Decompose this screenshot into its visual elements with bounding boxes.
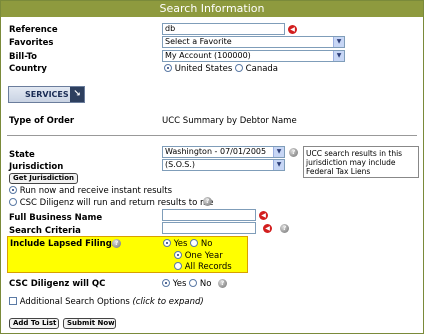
additional-search-label: Additional Search Options — [19, 297, 130, 307]
favorites-select[interactable]: Select a Favorite ▼ — [162, 36, 345, 48]
lapsed-all-records-label: All Records — [184, 262, 232, 272]
chevron-down-icon: ▼ — [273, 147, 284, 157]
diligenz-qc-yes-label: Yes — [172, 279, 187, 289]
jurisdiction-selected: (S.O.S.) — [165, 160, 195, 169]
diligenz-qc-options: Yes No — [162, 279, 211, 289]
favorites-label: Favorites — [9, 38, 54, 48]
reference-label: Reference — [9, 25, 58, 35]
additional-search-hint: (click to expand) — [132, 297, 204, 307]
error-icon: ◀ — [259, 211, 268, 220]
run-instant-option: Run now and receive instant results — [9, 186, 172, 196]
diligenz-qc-label: CSC Diligenz will QC — [9, 279, 106, 289]
country-label: Country — [9, 64, 47, 74]
full-business-name-label: Full Business Name — [9, 213, 103, 223]
error-icon: ◀ — [263, 224, 272, 233]
type-of-order-label: Type of Order — [9, 116, 75, 126]
bill-to-label: Bill-To — [9, 52, 38, 62]
bill-to-select[interactable]: My Account (100000) ▼ — [162, 50, 345, 62]
additional-search-options[interactable]: Additional Search Options (click to expa… — [9, 297, 204, 307]
services-button[interactable]: SERVICES ↘ — [8, 86, 85, 103]
chevron-down-icon: ▼ — [273, 160, 284, 170]
lapsed-one-year-label: One Year — [184, 251, 223, 261]
country-options: United States Canada — [164, 64, 278, 74]
jurisdiction-select[interactable]: (S.O.S.) ▼ — [162, 159, 285, 171]
add-to-list-button[interactable]: Add To List — [9, 318, 59, 329]
additional-search-checkbox[interactable] — [9, 297, 17, 305]
run-instant-label: Run now and receive instant results — [19, 186, 173, 196]
include-lapsed-yes-label: Yes — [173, 239, 188, 249]
lapsed-one-year-option: One Year — [174, 251, 223, 261]
chevron-down-icon: ▼ — [333, 37, 344, 47]
run-diligenz-radio[interactable] — [9, 198, 17, 206]
type-of-order-value: UCC Summary by Debtor Name — [162, 116, 297, 126]
services-label: SERVICES — [25, 90, 69, 99]
diligenz-qc-no-radio[interactable] — [189, 279, 198, 287]
include-lapsed-yesno: Yes No — [163, 239, 212, 249]
country-radio-us[interactable] — [164, 64, 172, 72]
include-lapsed-no-radio[interactable] — [190, 239, 199, 247]
favorites-selected: Select a Favorite — [165, 37, 232, 46]
country-radio-canada[interactable] — [234, 64, 243, 72]
include-lapsed-yes-radio[interactable] — [163, 239, 171, 247]
help-icon[interactable]: ? — [289, 148, 298, 157]
search-criteria-label: Search Criteria — [9, 226, 81, 236]
include-lapsed-label: Include Lapsed Filings — [10, 239, 117, 249]
reference-input[interactable]: db — [162, 23, 285, 35]
lapsed-all-records-radio[interactable] — [174, 262, 182, 270]
run-diligenz-label: CSC Diligenz will run and return results… — [19, 198, 214, 208]
help-icon[interactable]: ? — [203, 197, 212, 206]
run-diligenz-option: CSC Diligenz will run and return results… — [9, 198, 214, 208]
get-jurisdiction-button[interactable]: Get Jurisdiction — [9, 173, 78, 184]
submit-now-button[interactable]: Submit Now — [63, 318, 116, 329]
country-option-canada: Canada — [245, 64, 279, 74]
bill-to-selected: My Account (100000) — [165, 51, 251, 60]
lapsed-one-year-radio[interactable] — [174, 251, 182, 259]
jurisdiction-label: Jurisdiction — [9, 162, 64, 172]
state-select[interactable]: Washington - 07/01/2005 ▼ — [162, 146, 285, 158]
include-lapsed-filings-section: Include Lapsed Filings ? Yes No One Year… — [7, 236, 248, 273]
full-business-name-input[interactable] — [162, 209, 256, 221]
diligenz-qc-no-label: No — [199, 279, 212, 289]
state-selected: Washington - 07/01/2005 — [165, 147, 267, 156]
search-criteria-input[interactable] — [162, 222, 256, 234]
chevron-down-icon: ▼ — [333, 51, 344, 61]
help-icon[interactable]: ? — [280, 224, 289, 233]
include-lapsed-no-label: No — [200, 239, 213, 249]
divider — [7, 135, 417, 136]
country-option-us: United States — [174, 64, 233, 74]
run-instant-radio[interactable] — [9, 186, 17, 194]
diligenz-qc-yes-radio[interactable] — [162, 279, 170, 287]
error-icon: ◀ — [288, 25, 297, 34]
arrow-down-right-icon: ↘ — [70, 87, 84, 102]
lapsed-all-records-option: All Records — [174, 262, 232, 272]
search-information-panel: Search Information Reference db ◀ Favori… — [0, 0, 424, 334]
help-icon[interactable]: ? — [218, 279, 227, 288]
help-icon[interactable]: ? — [112, 239, 121, 248]
panel-title: Search Information — [1, 1, 423, 17]
ucc-note: UCC search results in this jurisdiction … — [303, 146, 419, 178]
state-label: State — [9, 150, 35, 160]
